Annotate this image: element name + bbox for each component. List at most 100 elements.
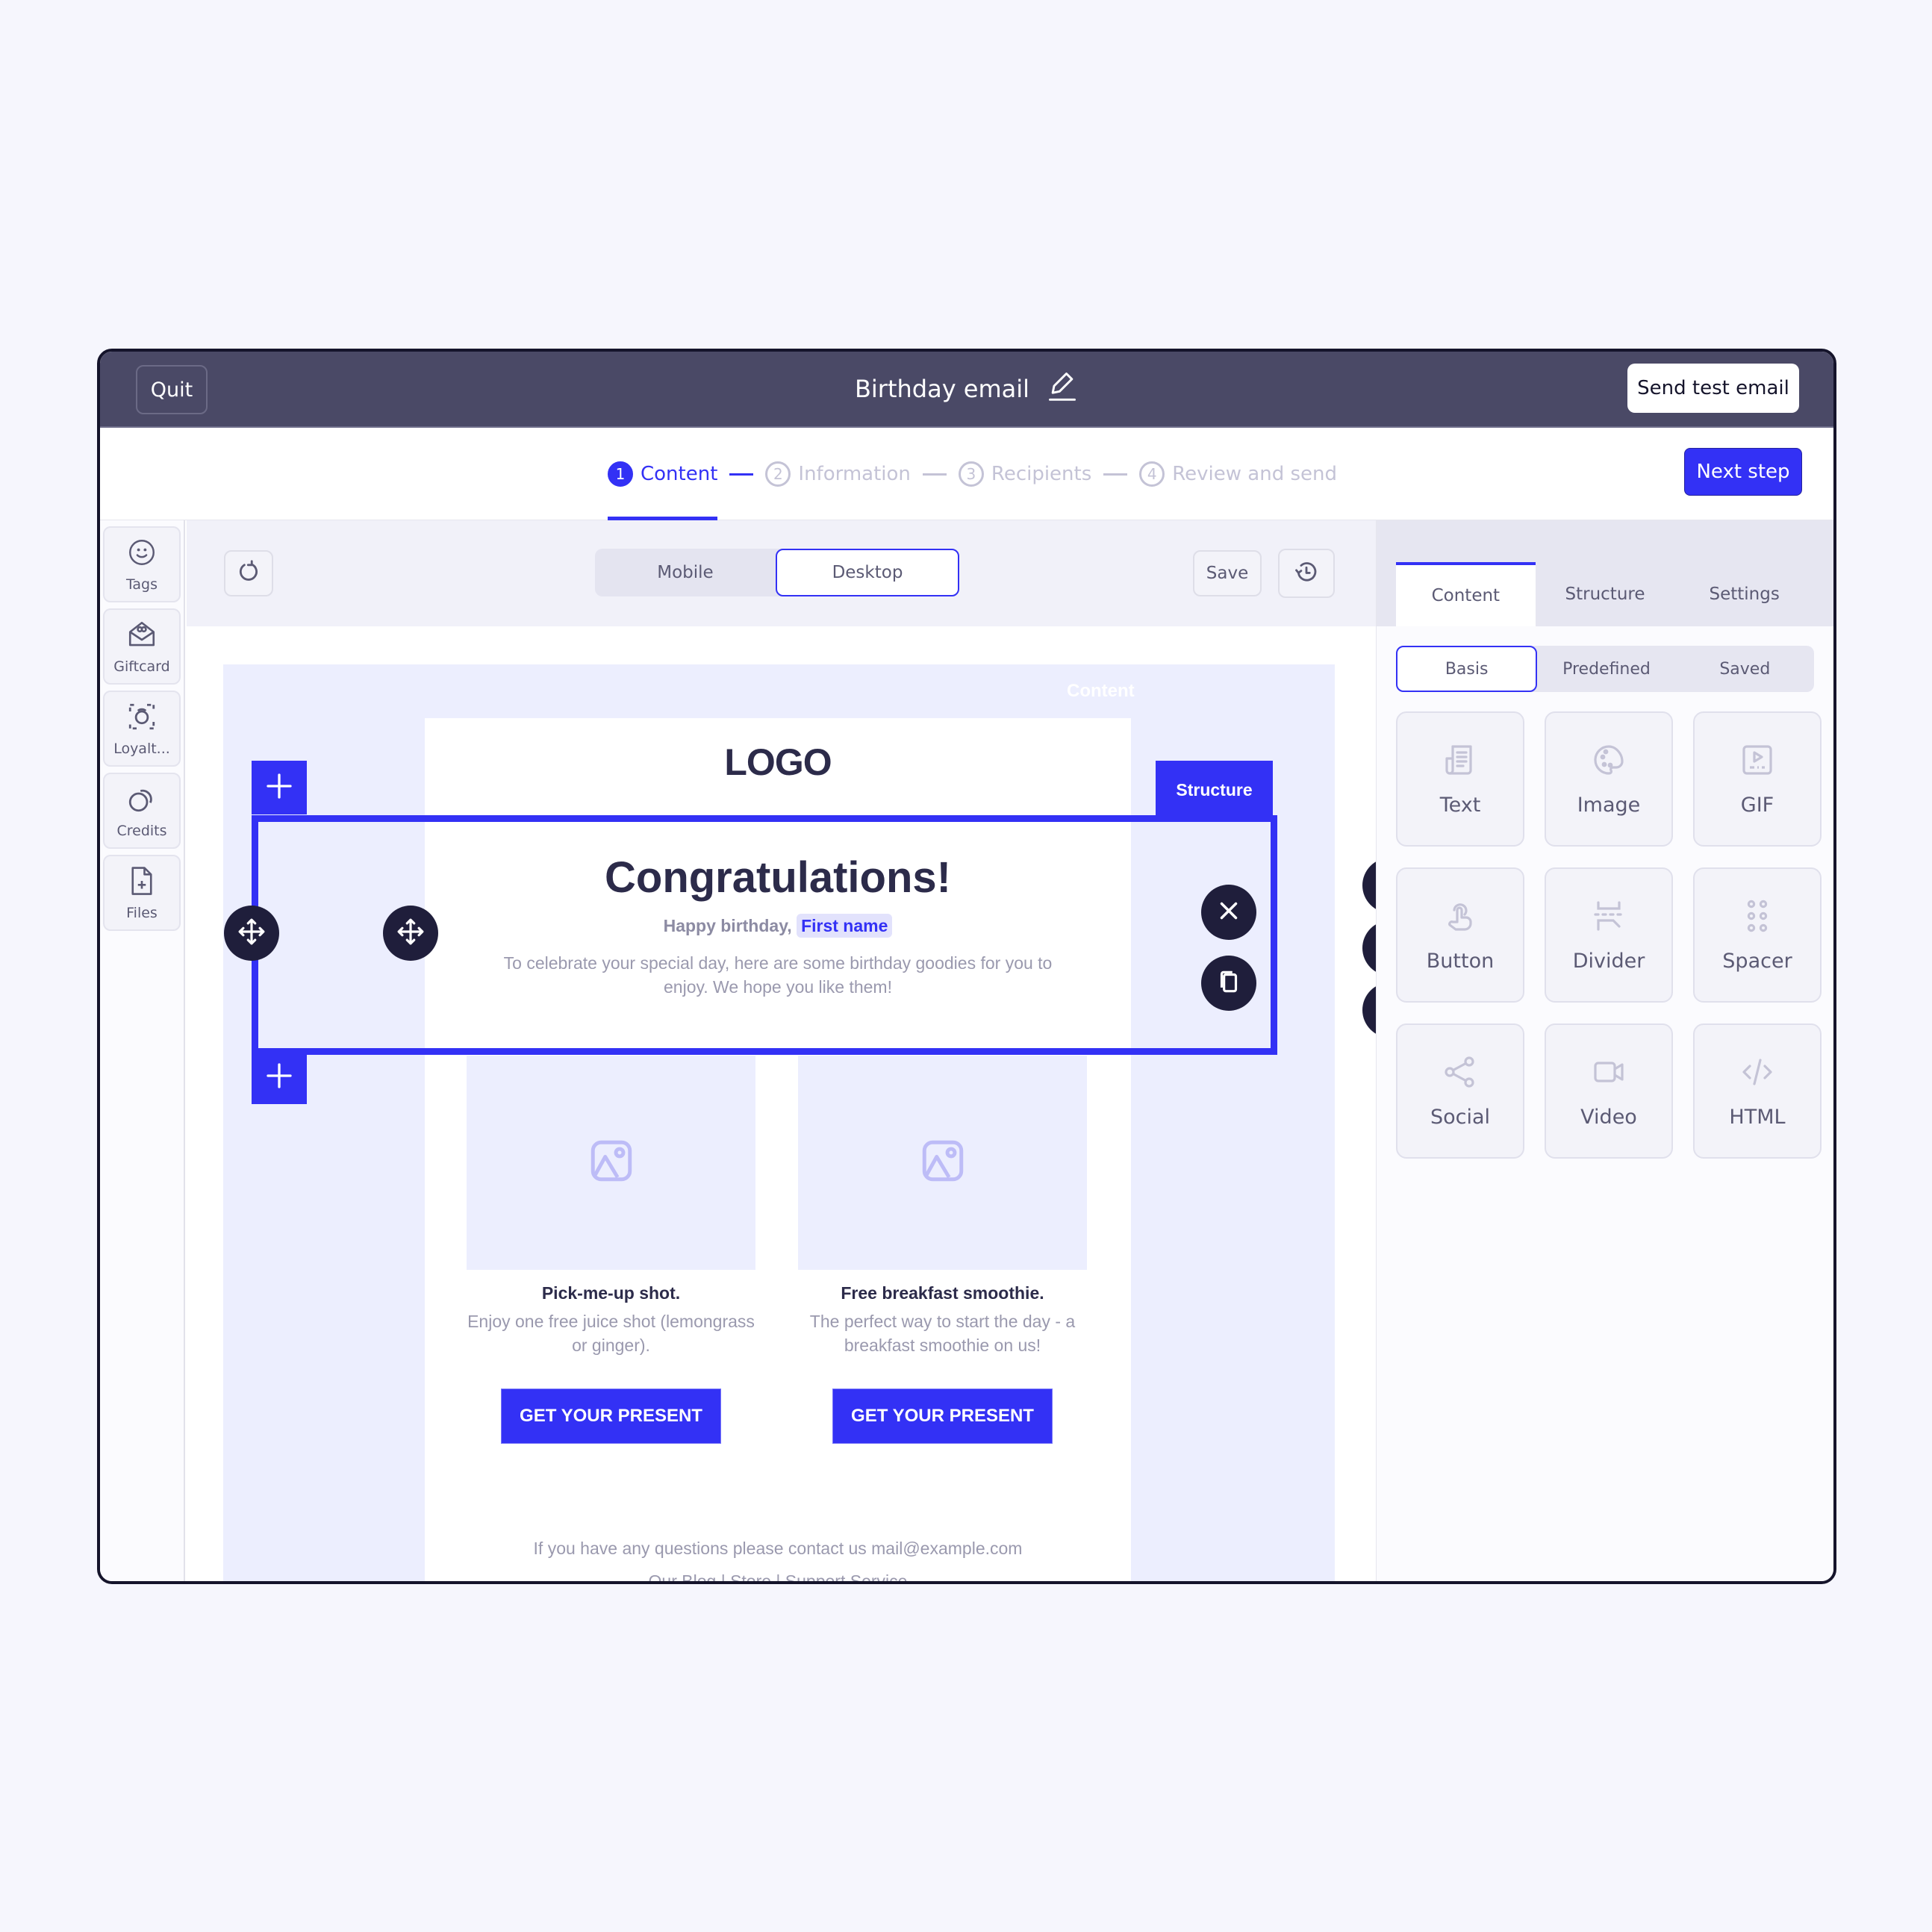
gif-icon — [1739, 742, 1775, 783]
get-present-button[interactable]: GET YOUR PRESENT — [501, 1389, 721, 1444]
block-label: Divider — [1572, 949, 1645, 973]
footer-links[interactable]: Our Blog | Store | Support Service — [425, 1565, 1131, 1581]
subtab-saved[interactable]: Saved — [1676, 646, 1814, 692]
pencil-icon[interactable] — [1046, 370, 1079, 408]
email-logo[interactable]: LOGO — [425, 741, 1131, 784]
button-tap-icon — [1442, 898, 1478, 939]
block-label: Button — [1426, 949, 1495, 973]
step-review-and-send[interactable]: 4 Review and send — [1139, 428, 1337, 520]
content-label: Content — [1067, 681, 1135, 701]
move-icon — [237, 917, 266, 949]
video-icon — [1591, 1054, 1627, 1095]
tab-structure[interactable]: Structure — [1536, 562, 1675, 626]
get-present-button[interactable]: GET YOUR PRESENT — [832, 1389, 1053, 1444]
sidebar-item-giftcard[interactable]: Giftcard — [103, 608, 181, 685]
block-image[interactable]: Image — [1545, 711, 1673, 847]
block-label: Image — [1577, 793, 1641, 817]
step-content[interactable]: 1 Content — [608, 428, 718, 520]
step-label: Recipients — [991, 463, 1092, 485]
sidebar-item-credits[interactable]: Credits — [103, 773, 181, 849]
loyalty-icon — [126, 701, 158, 736]
move-structure-handle[interactable] — [224, 906, 279, 961]
product-description: Enjoy one free juice shot (lemongrass or… — [467, 1312, 755, 1355]
credits-icon — [126, 783, 158, 818]
tab-settings[interactable]: Settings — [1674, 562, 1814, 626]
view-mobile-button[interactable]: Mobile — [595, 549, 776, 596]
save-button[interactable]: Save — [1193, 550, 1262, 596]
sidebar-item-files[interactable]: Files — [103, 855, 181, 931]
sidebar-item-tags[interactable]: Tags — [103, 526, 181, 602]
block-button[interactable]: Button — [1396, 867, 1524, 1003]
giftcard-icon — [126, 619, 158, 654]
share-icon — [1442, 1054, 1478, 1095]
refresh-icon — [236, 559, 261, 588]
send-test-email-button[interactable]: Send test email — [1627, 364, 1799, 413]
sidebar-item-label: Loyalt... — [113, 740, 170, 757]
product-card: Free breakfast smoothie. The perfect way… — [798, 1056, 1087, 1444]
code-icon — [1739, 1054, 1775, 1095]
step-number: 1 — [608, 461, 633, 487]
sidebar-item-loyalty[interactable]: Loyalt... — [103, 691, 181, 767]
email-title-text: Birthday email — [854, 375, 1030, 403]
add-structure-below-button[interactable] — [252, 1050, 307, 1104]
product-image-placeholder[interactable] — [798, 1056, 1087, 1270]
view-desktop-button[interactable]: Desktop — [776, 549, 959, 596]
canvas-toolbar: Mobile Desktop Save — [187, 520, 1376, 626]
subtab-predefined[interactable]: Predefined — [1537, 646, 1675, 692]
plus-icon — [264, 1061, 294, 1094]
spacer-icon — [1739, 898, 1775, 939]
step-separator — [729, 473, 754, 476]
duplicate-block-button[interactable] — [1201, 956, 1256, 1011]
sidebar-item-label: Tags — [125, 576, 158, 593]
image-placeholder-icon — [918, 1136, 967, 1189]
subtab-basis[interactable]: Basis — [1396, 646, 1538, 692]
step-number: 3 — [958, 461, 984, 487]
content-blocks-grid: Text Image GIF Button Divider Spacer Soc… — [1396, 711, 1823, 1159]
step-information[interactable]: 2 Information — [765, 428, 911, 520]
image-palette-icon — [1591, 742, 1627, 783]
sidebar-item-label: Giftcard — [113, 658, 170, 675]
product-title: Pick-me-up shot. — [541, 1283, 681, 1303]
product-image-placeholder[interactable] — [467, 1056, 755, 1270]
structure-tag[interactable]: Structure — [1156, 761, 1273, 819]
block-gif[interactable]: GIF — [1693, 711, 1822, 847]
move-icon — [396, 917, 425, 949]
block-label: Social — [1430, 1105, 1491, 1129]
text-icon — [1442, 742, 1478, 783]
step-recipients[interactable]: 3 Recipients — [958, 428, 1092, 520]
block-spacer[interactable]: Spacer — [1693, 867, 1822, 1003]
plus-icon — [264, 771, 294, 804]
refresh-button[interactable] — [224, 550, 273, 596]
block-divider[interactable]: Divider — [1545, 867, 1673, 1003]
step-label: Review and send — [1172, 463, 1338, 485]
next-step-button[interactable]: Next step — [1684, 448, 1802, 496]
block-label: Video — [1580, 1105, 1637, 1129]
step-number: 4 — [1139, 461, 1165, 487]
block-video[interactable]: Video — [1545, 1023, 1673, 1159]
product-description: The perfect way to start the day - a bre… — [809, 1312, 1076, 1355]
delete-block-button[interactable] — [1201, 885, 1256, 940]
history-button[interactable] — [1278, 549, 1335, 598]
block-label: Spacer — [1722, 949, 1792, 973]
top-bar: Quit Birthday email Send test email — [100, 352, 1833, 428]
email-canvas: Content LOGO Congratulations! Happy birt… — [187, 626, 1418, 1581]
sidebar-item-label: Files — [126, 904, 158, 921]
step-separator — [1103, 473, 1128, 476]
block-source-tabs: Basis Predefined Saved — [1396, 646, 1814, 692]
block-label: Text — [1439, 793, 1481, 817]
products-row: Pick-me-up shot. Enjoy one free juice sh… — [467, 1056, 1094, 1444]
tab-content[interactable]: Content — [1396, 562, 1536, 626]
add-structure-above-button[interactable] — [252, 761, 307, 814]
editor-window: Quit Birthday email Send test email 1 Co… — [97, 349, 1836, 1584]
block-social[interactable]: Social — [1396, 1023, 1524, 1159]
file-add-icon — [126, 865, 158, 900]
block-html[interactable]: HTML — [1693, 1023, 1822, 1159]
step-number: 2 — [765, 461, 791, 487]
close-icon — [1215, 897, 1243, 928]
footer-contact[interactable]: If you have any questions please contact… — [425, 1532, 1131, 1565]
block-text[interactable]: Text — [1396, 711, 1524, 847]
move-block-handle[interactable] — [383, 906, 438, 961]
image-placeholder-icon — [587, 1136, 636, 1189]
email-title: Birthday email — [100, 352, 1833, 426]
divider-icon — [1591, 898, 1627, 939]
